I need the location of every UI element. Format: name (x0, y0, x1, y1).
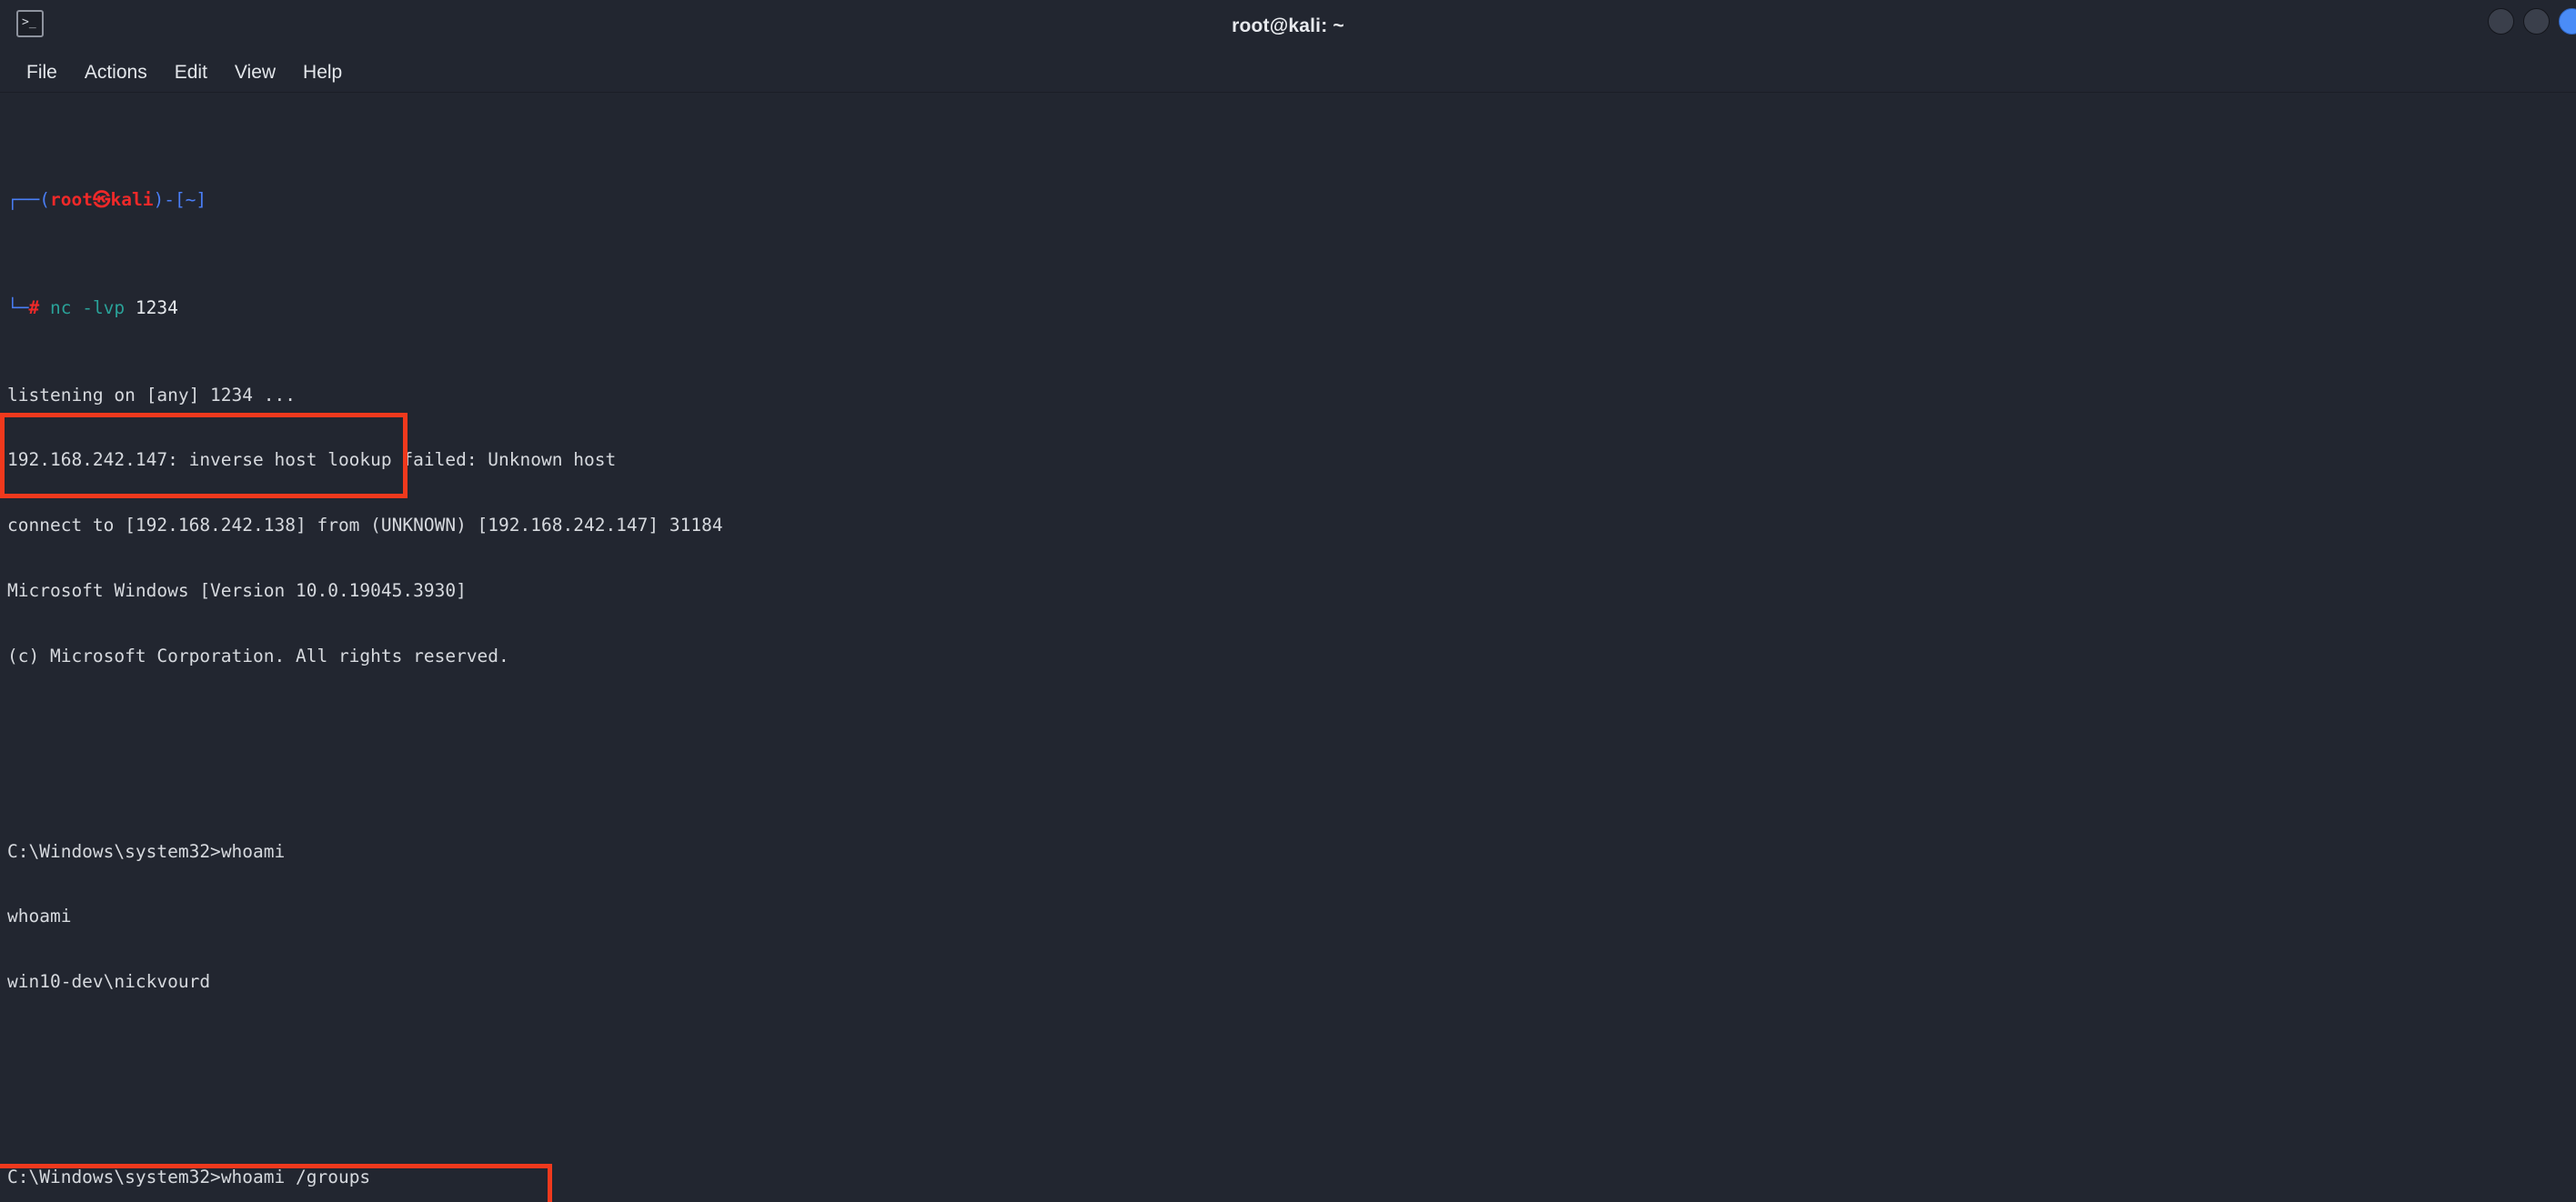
prompt-at-icon: ㉿ (92, 188, 111, 210)
whoami-groups-command-line: C:\Windows\system32>whoami /groups (7, 1167, 2576, 1188)
prompt-dash: - (164, 188, 175, 210)
window-controls (2488, 8, 2576, 35)
whoami-command-line: C:\Windows\system32>whoami (7, 841, 2576, 863)
cmd-prompt-1: C:\Windows\system32> (7, 840, 221, 862)
maximize-button[interactable] (2523, 8, 2550, 35)
window-titlebar: >_ root@kali: ~ (0, 0, 2576, 53)
shell-prompt-line-top: ┌──(root㉿kali)-[~] (7, 189, 2576, 211)
cmd-prompt-2: C:\Windows\system32> (7, 1167, 221, 1188)
menu-item-view[interactable]: View (221, 60, 289, 85)
nc-connect-line: connect to [192.168.242.138] from (UNKNO… (7, 515, 723, 536)
menu-bar: File Actions Edit View Help (0, 53, 2576, 93)
menu-item-help[interactable]: Help (289, 60, 356, 85)
whoami-typed: whoami (220, 840, 286, 862)
whoami-groups-typed: whoami /groups (220, 1167, 371, 1188)
shell-command-line: └─# nc -lvp 1234 (7, 297, 2576, 319)
menu-item-file[interactable]: File (13, 60, 71, 85)
prompt-cwd-bracket: [~] (174, 188, 207, 210)
windows-copyright-line: (c) Microsoft Corporation. All rights re… (7, 645, 509, 666)
prompt-host: kali (110, 188, 154, 210)
prompt-paren-close: ) (153, 188, 165, 210)
nc-lookup-fail-line: 192.168.242.147: inverse host lookup fai… (7, 449, 617, 471)
menu-item-edit[interactable]: Edit (161, 60, 221, 85)
window-title: root@kali: ~ (1232, 15, 1344, 36)
prompt-paren-open: ( (39, 188, 50, 210)
menu-item-actions[interactable]: Actions (71, 60, 161, 85)
prompt-branch-top: ┌── (7, 188, 40, 210)
minimize-button[interactable] (2488, 8, 2514, 35)
command-port-arg: 1234 (135, 297, 178, 319)
nc-listening-line: listening on [any] 1234 ... (7, 384, 296, 406)
close-button[interactable] (2559, 8, 2576, 35)
whoami-result-line: win10-dev\nickvourd (7, 971, 211, 993)
terminal-output-area[interactable]: ┌──(root㉿kali)-[~] └─# nc -lvp 1234 list… (0, 93, 2576, 1202)
prompt-user: root (49, 188, 93, 210)
prompt-hash: # (28, 297, 40, 319)
windows-version-line: Microsoft Windows [Version 10.0.19045.39… (7, 579, 467, 601)
prompt-branch-bottom: └─ (7, 297, 29, 319)
command-nc: nc -lvp (49, 297, 126, 319)
whoami-echo-line: whoami (7, 906, 72, 927)
